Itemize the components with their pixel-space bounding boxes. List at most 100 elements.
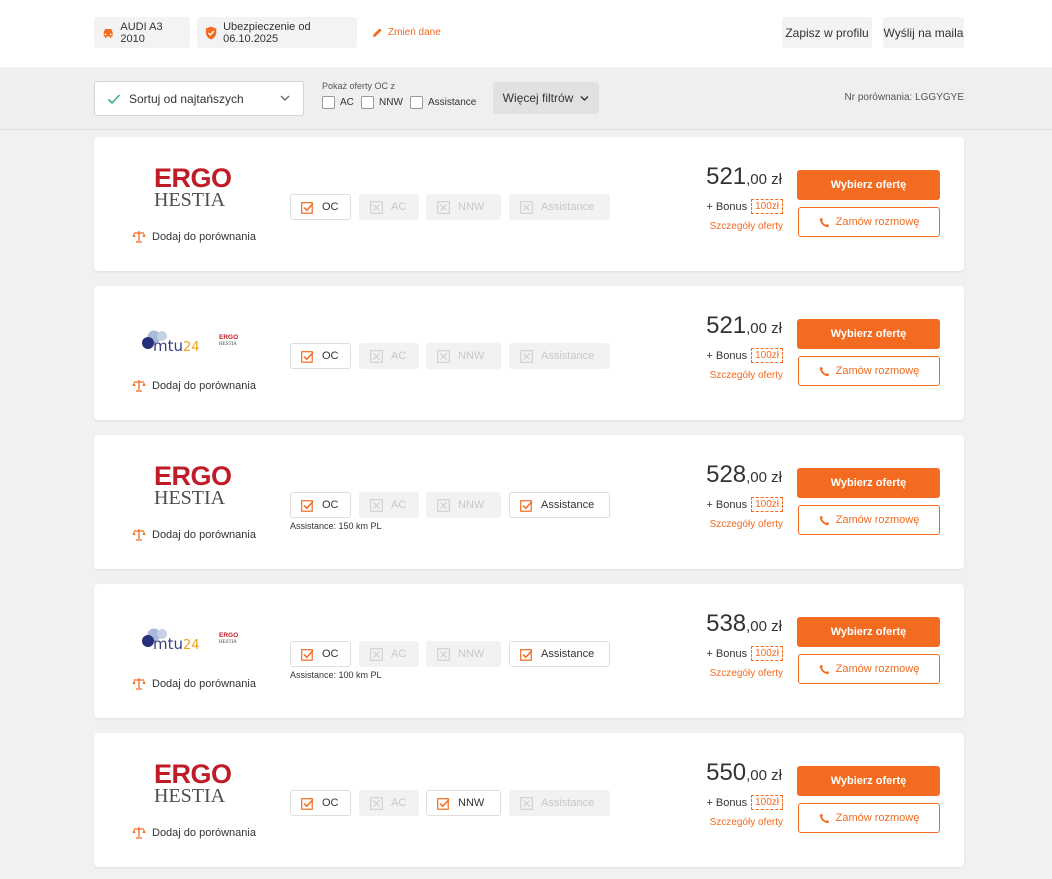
add-to-compare-link[interactable]: Dodaj do porównania <box>132 379 256 392</box>
pencil-icon <box>373 28 382 37</box>
chevron-down-icon <box>580 95 589 101</box>
bonus-prefix: + Bonus <box>706 647 748 660</box>
bonus-info: + Bonus 100zł <box>706 497 783 512</box>
coverage-nnw-label: NNW <box>458 499 485 511</box>
mtu-text: mtu <box>153 337 183 355</box>
edit-data-label: Zmień dane <box>388 27 441 38</box>
phone-icon <box>819 664 829 674</box>
coverage-nnw: NNW <box>426 343 501 369</box>
bonus-badge: 100zł <box>751 497 783 512</box>
order-call-button[interactable]: Zamów rozmowę <box>798 207 940 237</box>
send-mail-button[interactable]: Wyślij na maila <box>883 17 964 48</box>
24-text: 24 <box>183 638 200 653</box>
save-profile-button[interactable]: Zapisz w profilu <box>782 17 872 48</box>
bonus-info: + Bonus 100zł <box>706 795 783 810</box>
24-text: 24 <box>183 340 200 355</box>
sort-select[interactable]: Sortuj od najtańszych <box>94 81 304 116</box>
choose-offer-button[interactable]: Wybierz ofertę <box>797 319 940 349</box>
order-call-button[interactable]: Zamów rozmowę <box>798 654 940 684</box>
price-decimal: ,00 zł <box>746 320 782 337</box>
choose-offer-button[interactable]: Wybierz ofertę <box>797 617 940 647</box>
bonus-prefix: + Bonus <box>706 498 748 511</box>
coverage-ac: AC <box>359 790 419 816</box>
insurance-label: Ubezpieczenie od 06.10.2025 <box>223 20 311 45</box>
order-call-button[interactable]: Zamów rozmowę <box>798 505 940 535</box>
offer-card: ERGO HESTIA Dodaj do porównania OC AC NN… <box>94 733 964 867</box>
scales-icon <box>132 678 146 690</box>
add-to-compare-link[interactable]: Dodaj do porównania <box>132 677 256 690</box>
add-to-compare-link[interactable]: Dodaj do porównania <box>132 230 256 243</box>
coverage-oc-label: OC <box>322 201 339 213</box>
scales-icon <box>132 529 146 541</box>
more-filters-button[interactable]: Więcej filtrów <box>493 82 599 114</box>
order-call-label: Zamów rozmowę <box>835 663 920 675</box>
coverage-assistance-label: Assistance <box>541 499 595 511</box>
offer-details-link[interactable]: Szczegóły oferty <box>710 668 783 679</box>
coverage-assistance-label: Assistance <box>541 648 595 660</box>
coverage-assistance: Assistance <box>509 790 610 816</box>
filter-assistance-checkbox[interactable]: Assistance <box>410 96 476 109</box>
add-to-compare-link[interactable]: Dodaj do porównania <box>132 528 256 541</box>
coverage-ac: AC <box>359 343 419 369</box>
price-integer: 528 <box>706 461 747 488</box>
checkbox-x-icon <box>520 349 533 363</box>
comparison-number: Nr porównania: LGGYGYE <box>844 92 965 103</box>
mtu-text: mtu <box>153 635 183 653</box>
add-to-compare-link[interactable]: Dodaj do porównania <box>132 826 256 839</box>
filter-nnw-checkbox[interactable]: NNW <box>361 96 403 109</box>
top-bar: AUDI A3 2010 Ubezpieczenie od 06.10.2025… <box>0 0 1052 67</box>
offer-card: ERGO HESTIA Dodaj do porównania OC AC NN… <box>94 137 964 271</box>
coverage-nnw: NNW <box>426 790 501 816</box>
bonus-prefix: + Bonus <box>706 796 748 809</box>
checkbox-x-icon <box>520 796 533 810</box>
offer-details-link[interactable]: Szczegóły oferty <box>710 519 783 530</box>
checkbox-x-icon <box>370 498 383 512</box>
checkbox-checked-icon <box>301 648 314 661</box>
checkbox-box[interactable] <box>322 96 335 109</box>
offer-card: ERGO HESTIA Dodaj do porównania OC AC NN… <box>94 435 964 569</box>
mtu24-logo: mtu 24 ERGO HESTIA <box>134 604 254 664</box>
order-call-button[interactable]: Zamów rozmowę <box>798 803 940 833</box>
car-chip[interactable]: AUDI A3 2010 <box>94 17 190 48</box>
price-decimal: ,00 zł <box>746 171 782 188</box>
coverage-nnw: NNW <box>426 641 501 667</box>
bonus-badge: 100zł <box>751 199 783 214</box>
coverage-ac-label: AC <box>391 350 407 362</box>
bonus-info: + Bonus 100zł <box>706 199 783 214</box>
checkbox-box[interactable] <box>361 96 374 109</box>
filter-ac-checkbox[interactable]: AC <box>322 96 354 109</box>
choose-offer-button[interactable]: Wybierz ofertę <box>797 170 940 200</box>
edit-data-link[interactable]: Zmień dane <box>372 17 441 48</box>
phone-icon <box>819 366 829 376</box>
checkbox-x-icon <box>370 647 383 661</box>
coverage-oc: OC <box>290 194 351 220</box>
bonus-info: + Bonus 100zł <box>706 348 783 363</box>
choose-offer-button[interactable]: Wybierz ofertę <box>797 468 940 498</box>
offer-details-link[interactable]: Szczegóły oferty <box>710 370 783 381</box>
coverage-nnw-label: NNW <box>458 350 485 362</box>
insurance-date-chip[interactable]: Ubezpieczenie od 06.10.2025 <box>197 17 357 48</box>
add-to-compare-label: Dodaj do porównania <box>152 379 256 392</box>
coverage-nnw: NNW <box>426 194 501 220</box>
order-call-button[interactable]: Zamów rozmowę <box>798 356 940 386</box>
offer-price: 528,00 zł <box>706 461 782 489</box>
ergo-hestia-logo: ERGO HESTIA <box>134 753 254 813</box>
phone-icon <box>819 813 829 823</box>
coverage-assistance: Assistance <box>509 343 610 369</box>
offer-details-link[interactable]: Szczegóły oferty <box>710 221 783 232</box>
checkbox-x-icon <box>370 349 383 363</box>
checkbox-checked-icon <box>520 648 533 661</box>
choose-offer-button[interactable]: Wybierz ofertę <box>797 766 940 796</box>
checkbox-checked-icon <box>437 797 450 810</box>
bonus-prefix: + Bonus <box>706 200 748 213</box>
filter-assistance-label: Assistance <box>428 97 477 108</box>
checkbox-box[interactable] <box>410 96 423 109</box>
coverage-oc-label: OC <box>322 648 339 660</box>
checkbox-checked-icon <box>520 499 533 512</box>
logo-hestia-text: HESTIA <box>154 487 226 509</box>
offer-details-link[interactable]: Szczegóły oferty <box>710 817 783 828</box>
price-decimal: ,00 zł <box>746 618 782 635</box>
scales-icon <box>132 380 146 392</box>
price-integer: 521 <box>706 163 747 190</box>
coverage-oc-label: OC <box>322 797 339 809</box>
